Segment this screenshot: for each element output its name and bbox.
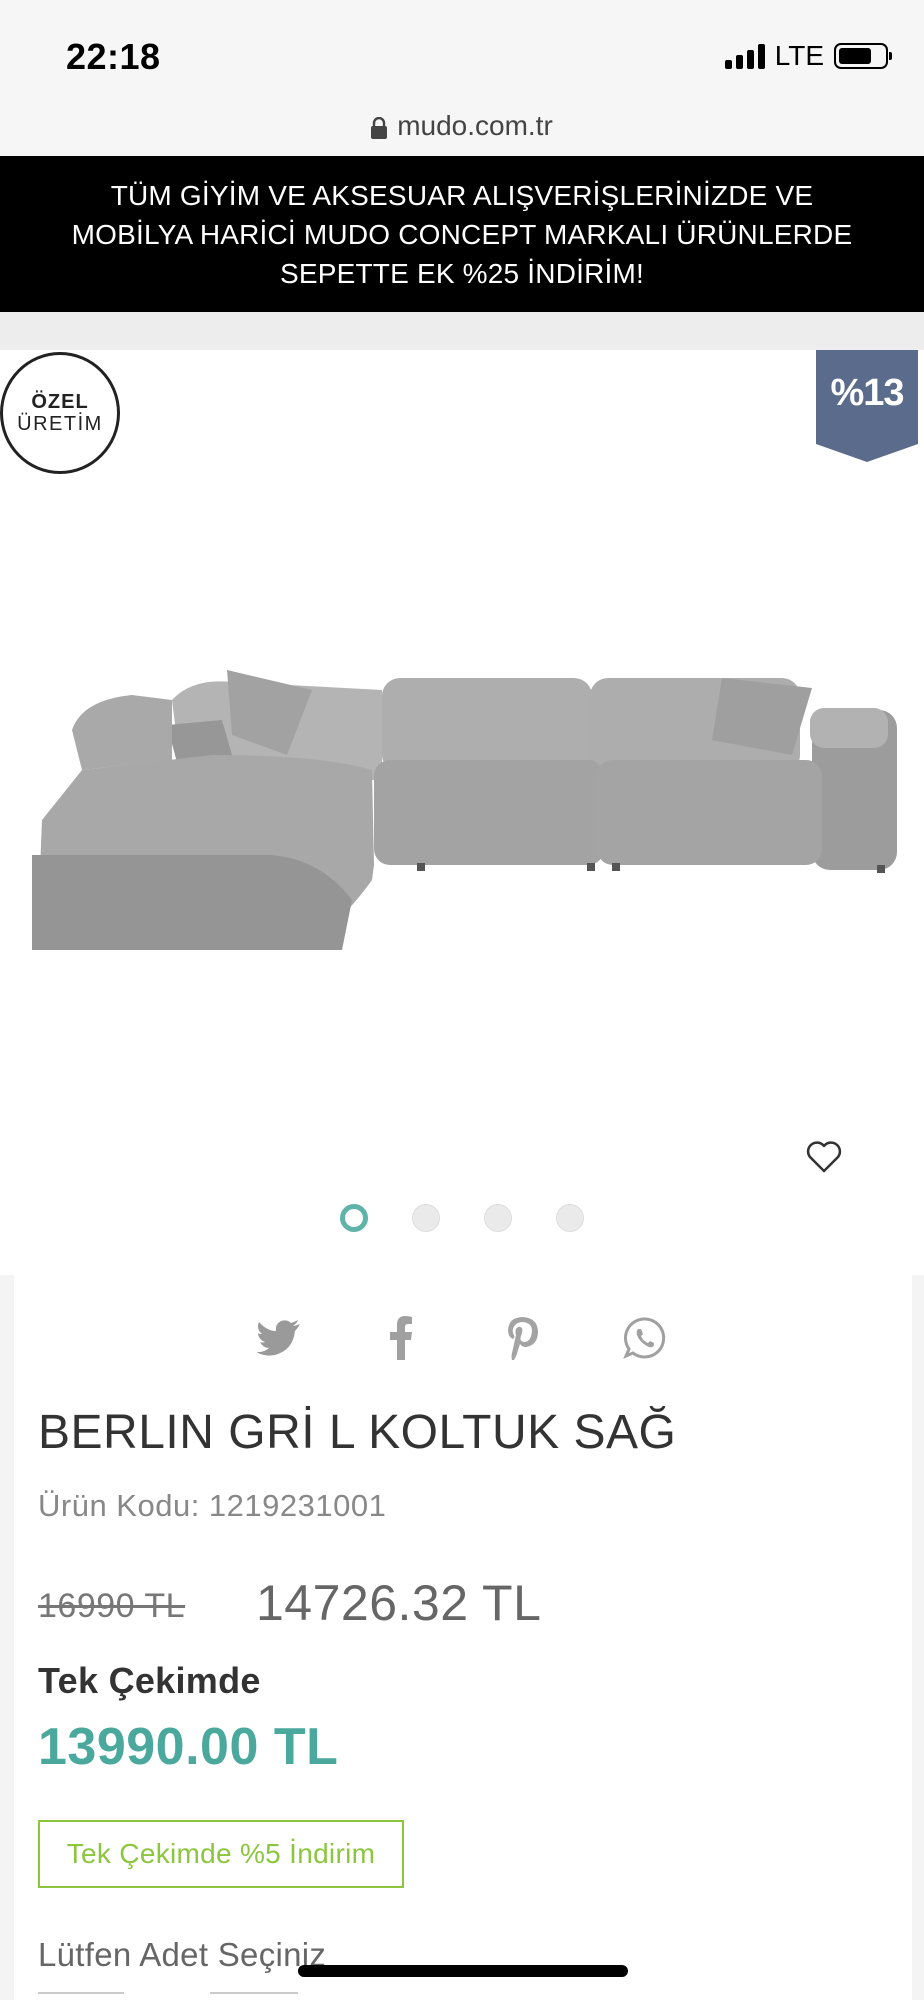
single-payment-discount-badge: Tek Çekimde %5 İndirim xyxy=(38,1820,404,1888)
carousel-dot-2[interactable] xyxy=(412,1204,440,1232)
favorite-heart-icon[interactable] xyxy=(806,1140,842,1174)
product-info-card xyxy=(14,1275,912,2000)
carousel-dot-3[interactable] xyxy=(484,1204,512,1232)
custom-production-badge: ÖZEL ÜRETİM xyxy=(0,352,120,474)
product-title: BERLIN GRİ L KOLTUK SAĞ xyxy=(38,1406,677,1459)
quantity-label: Lütfen Adet Seçiniz xyxy=(38,1936,327,1973)
single-payment-discount-text: Tek Çekimde %5 İndirim xyxy=(66,1838,376,1869)
address-bar[interactable]: mudo.com.tr xyxy=(0,96,924,156)
url-text: mudo.com.tr xyxy=(397,110,553,141)
discount-ribbon: %13 xyxy=(816,350,918,462)
signal-icon xyxy=(724,43,765,69)
promo-text: TÜM GİYİM VE AKSESUAR ALIŞVERİŞLERİNİZDE… xyxy=(71,179,853,289)
network-type: LTE xyxy=(774,40,824,71)
carousel-dot-1[interactable] xyxy=(340,1204,368,1232)
lock-icon xyxy=(371,117,388,139)
discount-percent: %13 xyxy=(830,372,904,414)
facebook-icon[interactable] xyxy=(376,1314,426,1362)
whatsapp-icon[interactable] xyxy=(620,1314,670,1362)
status-indicators: LTE xyxy=(724,40,892,72)
quantity-selector-secondary[interactable] xyxy=(210,1992,298,2000)
pinterest-icon[interactable] xyxy=(498,1314,548,1362)
product-code: Ürün Kodu: 1219231001 xyxy=(38,1488,387,1523)
custom-badge-line2: ÜRETİM xyxy=(17,413,103,435)
carousel-pagination xyxy=(0,1204,924,1234)
home-indicator[interactable] xyxy=(298,1965,628,1977)
single-payment-price: 13990.00 TL xyxy=(38,1718,339,1776)
promo-banner[interactable]: TÜM GİYİM VE AKSESUAR ALIŞVERİŞLERİNİZDE… xyxy=(0,156,924,312)
battery-icon xyxy=(834,43,892,69)
current-price: 14726.32 TL xyxy=(256,1575,542,1631)
divider xyxy=(0,312,924,350)
product-image xyxy=(32,670,897,950)
custom-badge-line1: ÖZEL xyxy=(31,391,89,413)
twitter-icon[interactable] xyxy=(254,1314,304,1362)
status-time: 22:18 xyxy=(66,36,161,77)
old-price: 16990 TL xyxy=(38,1587,186,1625)
quantity-selector[interactable] xyxy=(38,1992,124,2000)
status-bar: 22:18 LTE xyxy=(0,0,924,110)
share-buttons xyxy=(0,1314,924,1364)
carousel-dot-4[interactable] xyxy=(556,1204,584,1232)
single-payment-label: Tek Çekimde xyxy=(38,1660,261,1701)
